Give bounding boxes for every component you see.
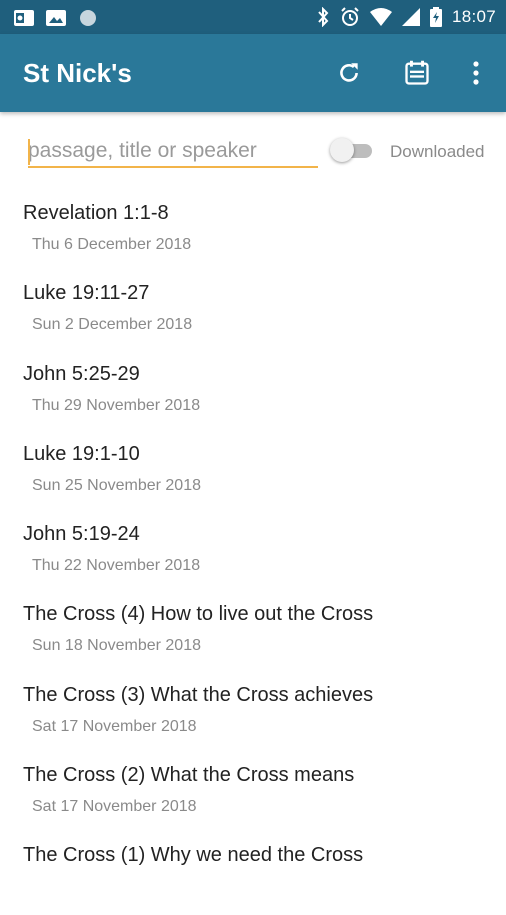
text-cursor <box>28 139 30 165</box>
sermon-date: Sat 17 November 2018 <box>32 798 197 816</box>
signal-icon <box>401 8 420 26</box>
list-item[interactable]: Revelation 1:1-8 Thu 6 December 2018 <box>0 192 506 272</box>
sermon-title: Revelation 1:1-8 <box>23 202 169 224</box>
wifi-icon <box>369 8 392 26</box>
downloaded-label: Downloaded <box>390 142 485 161</box>
sermon-date: Sat 17 November 2018 <box>32 717 197 735</box>
sermon-title: John 5:25-29 <box>23 362 140 385</box>
sermon-date: Thu 22 November 2018 <box>32 557 201 575</box>
refresh-button[interactable] <box>333 57 365 89</box>
sermon-date: Sun 25 November 2018 <box>32 476 201 494</box>
system-icons: 18:07 <box>316 6 496 28</box>
app-bar: St Nick's <box>0 34 506 112</box>
sermon-title: The Cross (4) How to live out the Cross <box>23 603 374 626</box>
overflow-menu-icon <box>473 61 479 85</box>
battery-icon <box>429 7 442 27</box>
sermon-date: Thu 6 December 2018 <box>32 236 192 253</box>
calendar-icon <box>405 60 429 85</box>
overflow-menu-button[interactable] <box>460 57 492 89</box>
list-item[interactable]: Luke 19:1-10 Sun 25 November 2018 <box>0 433 506 513</box>
sermon-title: Luke 19:11-27 <box>23 282 150 305</box>
sermon-date: Sun 2 December 2018 <box>32 316 193 334</box>
calendar-button[interactable] <box>401 57 433 89</box>
list-item[interactable]: The Cross (3) What the Cross achieves Sa… <box>0 674 506 754</box>
list-item[interactable]: John 5:25-29 Thu 29 November 2018 <box>0 353 506 433</box>
sermon-title: The Cross (1) Why we need the Cross <box>23 844 364 867</box>
sermon-date: Thu 29 November 2018 <box>32 396 201 414</box>
sermon-title: Luke 19:1-10 <box>23 442 140 465</box>
refresh-icon <box>340 63 358 82</box>
list-item[interactable]: John 5:19-24 Thu 22 November 2018 <box>0 513 506 593</box>
sermon-title: The Cross (3) What the Cross achieves <box>23 683 374 706</box>
status-bar: 18:07 <box>0 0 506 34</box>
search-input[interactable] <box>28 136 318 168</box>
notification-icons <box>14 8 98 28</box>
downloaded-toggle[interactable] <box>330 136 376 164</box>
list-item[interactable]: Luke 19:11-27 Sun 2 December 2018 <box>0 272 506 352</box>
bluetooth-icon <box>318 7 329 27</box>
sermon-list: Revelation 1:1-8 Thu 6 December 2018 Luk… <box>0 192 506 915</box>
circle-icon <box>80 10 96 26</box>
sermon-date: Sun 18 November 2018 <box>32 637 201 655</box>
toggle-thumb <box>330 138 354 162</box>
app-title: St Nick's <box>23 58 132 88</box>
status-clock: 18:07 <box>451 7 496 26</box>
list-item[interactable]: The Cross (4) How to live out the Cross … <box>0 593 506 673</box>
outlook-icon <box>14 10 34 26</box>
list-item[interactable]: The Cross (1) Why we need the Cross <box>0 834 506 914</box>
sermon-title: John 5:19-24 <box>23 523 140 546</box>
gallery-icon <box>46 10 66 26</box>
alarm-icon <box>341 7 359 26</box>
list-item[interactable]: The Cross (2) What the Cross means Sat 1… <box>0 754 506 834</box>
search-row: Downloaded <box>0 112 506 182</box>
sermon-title: The Cross (2) What the Cross means <box>23 764 355 787</box>
